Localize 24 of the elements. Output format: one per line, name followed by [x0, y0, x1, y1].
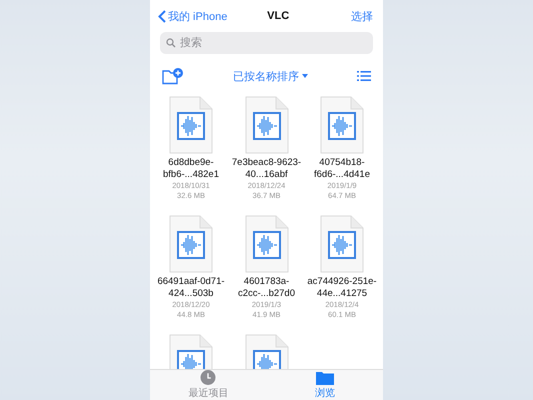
file-name: 40754b18-f6d6-...4d41e: [313, 157, 371, 181]
new-folder-icon[interactable]: [162, 68, 184, 84]
audio-file-icon[interactable]: [244, 96, 288, 154]
audio-file-icon[interactable]: [244, 215, 288, 273]
file-name: ac744926-251e-44e...41275: [307, 276, 377, 300]
back-chevron-icon[interactable]: [158, 10, 166, 22]
back-link[interactable]: 我的 iPhone: [168, 8, 228, 24]
folder-title: VLC: [267, 10, 290, 22]
sort-button[interactable]: 已按名称排序: [233, 68, 308, 84]
file-name: 4601783a-c2cc-...b27d0: [236, 276, 296, 300]
select-link[interactable]: 选择: [351, 8, 373, 24]
file-name: 6d8dbe9e-bfb6-...482e1: [162, 157, 220, 181]
file-name: 66491aaf-0d71-424...503b: [156, 276, 226, 300]
audio-file-icon[interactable]: [169, 215, 213, 273]
audio-file-icon[interactable]: [320, 96, 364, 154]
file-name: 7e3beac8-9623-40...16abf: [232, 157, 302, 181]
list-view-icon[interactable]: [357, 71, 371, 81]
folder-icon: [316, 370, 334, 384]
audio-file-icon[interactable]: [320, 215, 364, 273]
audio-file-icon[interactable]: [169, 96, 213, 154]
tab-button[interactable]: 最近项目: [150, 370, 266, 400]
caret-icon: [302, 74, 308, 78]
tab-button[interactable]: 浏览: [266, 370, 383, 400]
search-field[interactable]: 搜索: [160, 32, 373, 54]
